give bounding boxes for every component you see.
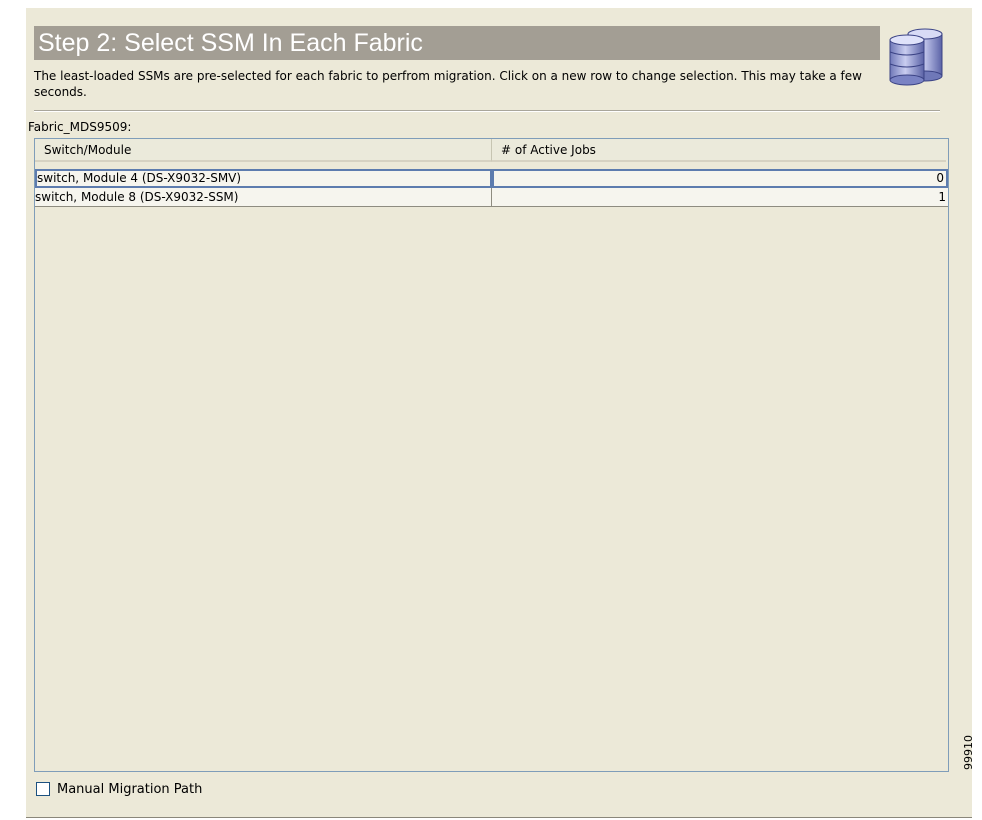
manual-migration-label[interactable]: Manual Migration Path (57, 781, 202, 798)
cell-switch-module[interactable]: switch, Module 4 (DS-X9032-SMV) (35, 169, 492, 188)
bottom-rule (26, 817, 972, 818)
cell-active-jobs[interactable]: 0 (492, 169, 948, 188)
header-separator (34, 110, 940, 112)
cell-active-jobs[interactable]: 1 (492, 188, 948, 207)
table-row[interactable]: switch, Module 4 (DS-X9032-SMV) 0 (35, 169, 948, 188)
fabric-label: Fabric_MDS9509: (28, 120, 132, 134)
ssm-table: Switch/Module # of Active Jobs switch, M… (34, 138, 949, 772)
table-row[interactable]: switch, Module 8 (DS-X9032-SSM) 1 (35, 188, 948, 207)
wizard-description: The least-loaded SSMs are pre-selected f… (34, 69, 862, 99)
wizard-panel: Step 2: Select SSM In Each Fabric The le… (26, 8, 972, 818)
cell-switch-module[interactable]: switch, Module 8 (DS-X9032-SSM) (35, 188, 492, 207)
table-header: Switch/Module # of Active Jobs (35, 139, 948, 163)
column-header-switch-module[interactable]: Switch/Module (35, 139, 492, 162)
database-icon (889, 28, 943, 86)
figure-id: 99910 (962, 735, 975, 770)
column-header-active-jobs[interactable]: # of Active Jobs (492, 139, 946, 162)
page-title: Step 2: Select SSM In Each Fabric (34, 26, 880, 60)
manual-migration-checkbox[interactable] (36, 782, 50, 796)
